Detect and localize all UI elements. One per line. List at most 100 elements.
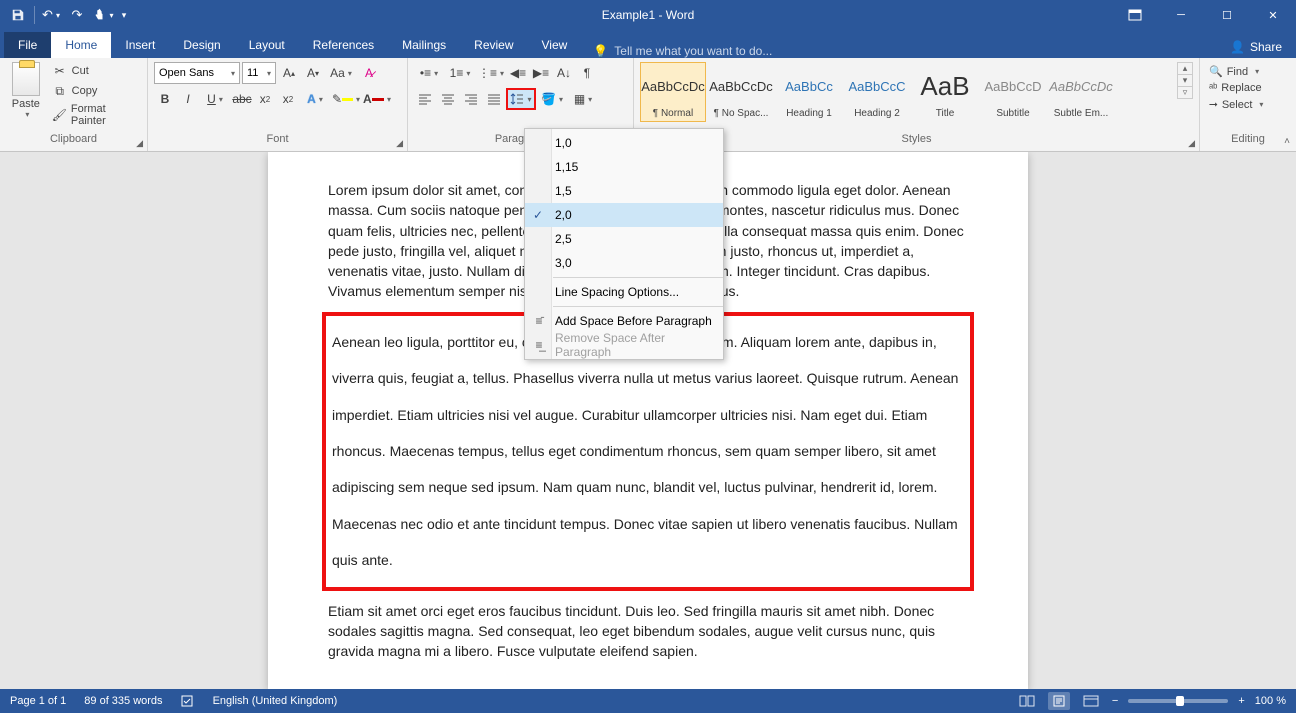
zoom-in-button[interactable]: + bbox=[1238, 695, 1244, 707]
format-painter-button[interactable]: 🖌Format Painter bbox=[50, 102, 141, 128]
clipboard-dialog-launcher[interactable]: ◢ bbox=[136, 138, 143, 149]
eraser-icon: A̷ bbox=[365, 66, 373, 80]
paragraph-3[interactable]: Etiam sit amet orci eget eros faucibus t… bbox=[328, 601, 968, 662]
shading-button[interactable]: 🪣▾ bbox=[537, 88, 567, 110]
italic-button[interactable]: I bbox=[177, 88, 199, 110]
multilevel-list-button[interactable]: ⋮≡▾ bbox=[476, 62, 506, 84]
status-language[interactable]: English (United Kingdom) bbox=[213, 695, 338, 707]
bullets-button[interactable]: •≡▾ bbox=[414, 62, 444, 84]
ribbon-display-options-button[interactable] bbox=[1112, 0, 1158, 30]
zoom-out-button[interactable]: − bbox=[1112, 695, 1118, 707]
superscript-button[interactable]: x2 bbox=[277, 88, 299, 110]
status-page[interactable]: Page 1 of 1 bbox=[10, 695, 66, 707]
status-word-count[interactable]: 89 of 335 words bbox=[84, 695, 162, 707]
tab-mailings[interactable]: Mailings bbox=[388, 32, 460, 58]
bullets-icon: •≡ bbox=[420, 66, 431, 80]
styles-dialog-launcher[interactable]: ◢ bbox=[1188, 138, 1195, 149]
style-subtitle[interactable]: AaBbCcDSubtitle bbox=[980, 62, 1046, 122]
justify-button[interactable] bbox=[483, 88, 505, 110]
justify-icon bbox=[487, 93, 501, 105]
qat-customize-button[interactable]: ▾ bbox=[117, 3, 131, 27]
font-name-combo[interactable]: Open Sans▾ bbox=[154, 62, 240, 84]
zoom-level[interactable]: 100 % bbox=[1255, 695, 1286, 707]
style-no-spacing[interactable]: AaBbCcDc¶ No Spac... bbox=[708, 62, 774, 122]
touch-mode-button[interactable]: ▾ bbox=[91, 3, 115, 27]
tab-file[interactable]: File bbox=[4, 32, 51, 58]
borders-button[interactable]: ▦▾ bbox=[568, 88, 598, 110]
underline-button[interactable]: U▾ bbox=[200, 88, 230, 110]
align-left-button[interactable] bbox=[414, 88, 436, 110]
styles-gallery[interactable]: AaBbCcDc¶ Normal AaBbCcDc¶ No Spac... Aa… bbox=[640, 62, 1175, 128]
font-color-button[interactable]: A▾ bbox=[362, 88, 392, 110]
save-icon bbox=[11, 8, 25, 22]
paragraph-2[interactable]: Aenean leo ligula, porttitor eu, consequ… bbox=[332, 334, 958, 568]
redo-button[interactable]: ↷ bbox=[65, 3, 89, 27]
view-print-layout[interactable] bbox=[1048, 692, 1070, 710]
tab-review[interactable]: Review bbox=[460, 32, 527, 58]
tab-layout[interactable]: Layout bbox=[235, 32, 299, 58]
maximize-button[interactable]: ☐ bbox=[1204, 0, 1250, 30]
text-effects-button[interactable]: A▾ bbox=[300, 88, 330, 110]
tab-view[interactable]: View bbox=[528, 32, 582, 58]
numbering-button[interactable]: 1≡▾ bbox=[445, 62, 475, 84]
view-web-layout[interactable] bbox=[1080, 692, 1102, 710]
status-proofing[interactable] bbox=[181, 694, 195, 708]
share-button[interactable]: 👤 Share bbox=[1216, 36, 1296, 58]
collapse-ribbon-button[interactable]: ˄ bbox=[1284, 136, 1290, 147]
spacing-option-2-5[interactable]: 2,5 bbox=[525, 227, 723, 251]
undo-button[interactable]: ↶▾ bbox=[39, 3, 63, 27]
highlighter-icon: ✎ bbox=[332, 92, 342, 106]
show-marks-button[interactable]: ¶ bbox=[576, 62, 598, 84]
find-button[interactable]: 🔍Find▾ bbox=[1206, 64, 1266, 79]
align-center-button[interactable] bbox=[437, 88, 459, 110]
add-space-before-paragraph[interactable]: ≡̄Add Space Before Paragraph bbox=[525, 309, 723, 333]
line-spacing-options[interactable]: Line Spacing Options... bbox=[525, 280, 723, 304]
styles-scroll-down[interactable]: ▾ bbox=[1178, 75, 1192, 87]
spacing-option-2-0[interactable]: ✓2,0 bbox=[525, 203, 723, 227]
clear-formatting-button[interactable]: A̷ bbox=[358, 62, 380, 84]
cut-button[interactable]: ✂Cut bbox=[50, 62, 141, 80]
search-icon: 🔍 bbox=[1209, 65, 1223, 78]
align-right-button[interactable] bbox=[460, 88, 482, 110]
style-heading-1[interactable]: AaBbCcHeading 1 bbox=[776, 62, 842, 122]
shrink-font-button[interactable]: A▾ bbox=[302, 62, 324, 84]
spacing-option-1-5[interactable]: 1,5 bbox=[525, 179, 723, 203]
change-case-button[interactable]: Aa▾ bbox=[326, 62, 356, 84]
paint-bucket-icon: 🪣 bbox=[541, 92, 556, 106]
styles-scroll-up[interactable]: ▴ bbox=[1178, 63, 1192, 75]
close-button[interactable]: ✕ bbox=[1250, 0, 1296, 30]
spacing-option-1-15[interactable]: 1,15 bbox=[525, 155, 723, 179]
tab-insert[interactable]: Insert bbox=[111, 32, 169, 58]
tab-design[interactable]: Design bbox=[169, 32, 234, 58]
zoom-slider[interactable] bbox=[1128, 699, 1228, 703]
save-button[interactable] bbox=[6, 3, 30, 27]
decrease-indent-button[interactable]: ◀≡ bbox=[507, 62, 529, 84]
sort-button[interactable]: A↓ bbox=[553, 62, 575, 84]
spacing-option-3-0[interactable]: 3,0 bbox=[525, 251, 723, 275]
select-button[interactable]: ⭢Select▾ bbox=[1206, 97, 1266, 112]
style-heading-2[interactable]: AaBbCcCHeading 2 bbox=[844, 62, 910, 122]
highlight-button[interactable]: ✎▾ bbox=[331, 88, 361, 110]
zoom-thumb[interactable] bbox=[1176, 696, 1184, 706]
tab-references[interactable]: References bbox=[299, 32, 388, 58]
font-dialog-launcher[interactable]: ◢ bbox=[396, 138, 403, 149]
tell-me-search[interactable]: 💡 Tell me what you want to do... bbox=[581, 44, 772, 58]
copy-button[interactable]: ⧉Copy bbox=[50, 82, 141, 100]
tab-home[interactable]: Home bbox=[51, 32, 111, 58]
spacing-option-1-0[interactable]: 1,0 bbox=[525, 131, 723, 155]
subscript-button[interactable]: x2 bbox=[254, 88, 276, 110]
increase-indent-button[interactable]: ▶≡ bbox=[530, 62, 552, 84]
font-size-combo[interactable]: 11▾ bbox=[242, 62, 276, 84]
view-read-mode[interactable] bbox=[1016, 692, 1038, 710]
styles-expand[interactable]: ▿ bbox=[1178, 87, 1192, 98]
line-spacing-button[interactable]: ▾ bbox=[506, 88, 536, 110]
replace-button[interactable]: ᵃᵇReplace bbox=[1206, 81, 1266, 95]
minimize-button[interactable]: ─ bbox=[1158, 0, 1204, 30]
grow-font-button[interactable]: A▴ bbox=[278, 62, 300, 84]
style-subtle-emphasis[interactable]: AaBbCcDcSubtle Em... bbox=[1048, 62, 1114, 122]
style-title[interactable]: AaBTitle bbox=[912, 62, 978, 122]
paste-button[interactable]: Paste ▾ bbox=[6, 62, 46, 133]
bold-button[interactable]: B bbox=[154, 88, 176, 110]
strikethrough-button[interactable]: abc bbox=[231, 88, 253, 110]
style-normal[interactable]: AaBbCcDc¶ Normal bbox=[640, 62, 706, 122]
